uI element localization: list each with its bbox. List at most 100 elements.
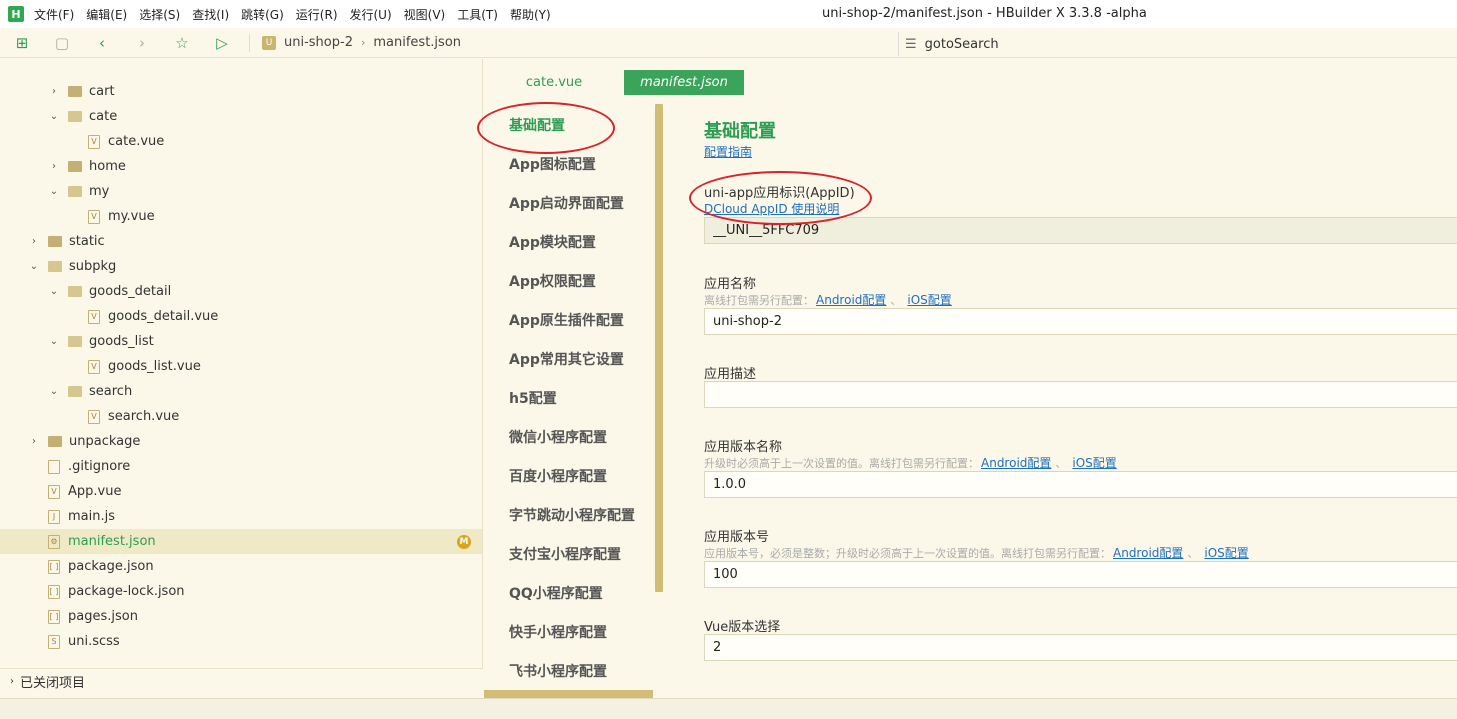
tree-item[interactable]: ⌄ search [0,379,482,404]
app-name-hint: 离线打包需另行配置： Android配置 、 iOS配置 [704,291,952,308]
menu-select[interactable]: 选择(S) [139,6,180,23]
menu-goto[interactable]: 跳转(G) [241,6,284,23]
file-json-icon: [ ] [48,609,60,624]
file-vue-icon: V [88,409,100,424]
tree-item[interactable]: › unpackage [0,429,482,454]
tree-item-label: static [69,234,105,249]
tree-item[interactable]: ⌄ my [0,179,482,204]
tree-item-label: .gitignore [68,459,131,474]
config-nav-item[interactable]: 字节跳动小程序配置 [509,505,635,525]
tree-item-label: package.json [68,559,154,574]
tree-item[interactable]: [ ] package-lock.json [0,579,482,604]
version-name-android-link[interactable]: Android配置 [981,454,1051,471]
config-nav-item[interactable]: App启动界面配置 [509,193,624,213]
tree-item[interactable]: ⌄ subpkg [0,254,482,279]
goto-search-box[interactable]: ☰ gotoSearch [898,32,1457,56]
star-icon[interactable]: ☆ [173,34,191,52]
config-nav-item[interactable]: 飞书小程序配置 [509,661,607,681]
menu-find[interactable]: 查找(I) [192,6,229,23]
chevron-right-icon[interactable]: › [48,86,60,97]
tree-item-label: goods_list.vue [108,359,201,374]
closed-projects-label: 已关闭项目 [20,676,86,691]
tree-item[interactable]: › static [0,229,482,254]
tree-item[interactable]: [ ] pages.json [0,604,482,629]
search-input[interactable]: gotoSearch [925,37,999,52]
tree-item[interactable]: ⌄ goods_detail [0,279,482,304]
tree-item-label: goods_detail.vue [108,309,219,324]
tree-item[interactable]: [ ] package.json [0,554,482,579]
chevron-down-icon[interactable]: ⌄ [48,286,60,297]
config-nav-item[interactable]: App图标配置 [509,154,596,174]
tree-item[interactable]: V App.vue [0,479,482,504]
config-nav-item[interactable]: h5配置 [509,388,557,408]
tab-cate-vue[interactable]: cate.vue [484,70,624,95]
config-nav-item[interactable]: 百度小程序配置 [509,466,607,486]
chevron-right-icon[interactable]: › [28,436,40,447]
version-name-label: 应用版本名称 [704,440,783,455]
vue-version-select[interactable] [704,634,1457,661]
breadcrumb-file[interactable]: manifest.json [373,35,461,50]
app-name-ios-link[interactable]: iOS配置 [907,291,951,308]
chevron-down-icon[interactable]: ⌄ [28,261,40,272]
tree-item[interactable]: › cart [0,79,482,104]
version-code-android-link[interactable]: Android配置 [1113,544,1183,561]
tree-item[interactable]: › home [0,154,482,179]
config-nav-item[interactable]: 快手小程序配置 [509,622,607,642]
tree-item[interactable]: Vcate.vue [0,129,482,154]
tree-item[interactable]: Jmain.js [0,504,482,529]
config-nav-item[interactable]: 微信小程序配置 [509,427,607,447]
chevron-down-icon[interactable]: ⌄ [48,111,60,122]
chevron-down-icon[interactable]: ⌄ [48,386,60,397]
tree-item[interactable]: ⌄ goods_list [0,329,482,354]
menu-run[interactable]: 运行(R) [296,6,338,23]
config-nav-item[interactable]: App常用其它设置 [509,349,624,369]
app-desc-input[interactable] [704,381,1457,408]
tree-item[interactable]: Vgoods_list.vue [0,354,482,379]
tree-item-label: main.js [68,509,115,524]
tree-item[interactable]: Vmy.vue [0,204,482,229]
tree-item-label: uni.scss [68,634,120,649]
menu-file[interactable]: 文件(F) [34,6,74,23]
breadcrumb-project[interactable]: uni-shop-2 [284,35,353,50]
chevron-right-icon[interactable]: › [48,161,60,172]
tree-item[interactable]: Suni.scss [0,629,482,654]
chevron-right-icon: › [10,676,14,687]
tree-item[interactable]: ⚙ manifest.json M [0,529,482,554]
config-guide-link[interactable]: 配置指南 [704,143,752,160]
tree-item[interactable]: Vgoods_detail.vue [0,304,482,329]
save-icon[interactable]: ▢ [53,34,71,52]
folder-icon [68,86,82,97]
app-name-android-link[interactable]: Android配置 [816,291,886,308]
back-icon[interactable]: ‹ [93,34,111,52]
run-icon[interactable]: ▷ [213,34,231,52]
tree-item-label: unpackage [69,434,141,449]
tree-item[interactable]: .gitignore [0,454,482,479]
config-nav-item[interactable]: App模块配置 [509,232,596,252]
version-code-input[interactable] [704,561,1457,588]
config-nav-item[interactable]: App权限配置 [509,271,596,291]
closed-projects[interactable]: › 已关闭项目 [0,668,483,694]
tree-item[interactable]: Vsearch.vue [0,404,482,429]
chevron-down-icon[interactable]: ⌄ [48,336,60,347]
tree-item[interactable]: ⌄ cate [0,104,482,129]
menu-publish[interactable]: 发行(U) [350,6,392,23]
config-nav-item[interactable]: 支付宝小程序配置 [509,544,621,564]
chevron-right-icon[interactable]: › [28,236,40,247]
version-name-input[interactable] [704,471,1457,498]
config-nav-bottom-scrollbar[interactable] [484,690,653,698]
menu-tools[interactable]: 工具(T) [457,6,498,23]
forward-icon[interactable]: › [133,34,151,52]
config-nav-item[interactable]: App原生插件配置 [509,310,624,330]
folder-icon [68,161,82,172]
new-file-icon[interactable]: ⊞ [13,34,31,52]
app-name-input[interactable] [704,308,1457,335]
version-name-ios-link[interactable]: iOS配置 [1072,454,1116,471]
menu-help[interactable]: 帮助(Y) [510,6,551,23]
version-code-ios-link[interactable]: iOS配置 [1204,544,1248,561]
config-nav-scrollbar[interactable] [655,104,663,592]
chevron-down-icon[interactable]: ⌄ [48,186,60,197]
tab-manifest-json[interactable]: manifest.json [624,70,744,95]
menu-view[interactable]: 视图(V) [404,6,446,23]
config-nav-item[interactable]: QQ小程序配置 [509,583,603,603]
menu-edit[interactable]: 编辑(E) [86,6,127,23]
